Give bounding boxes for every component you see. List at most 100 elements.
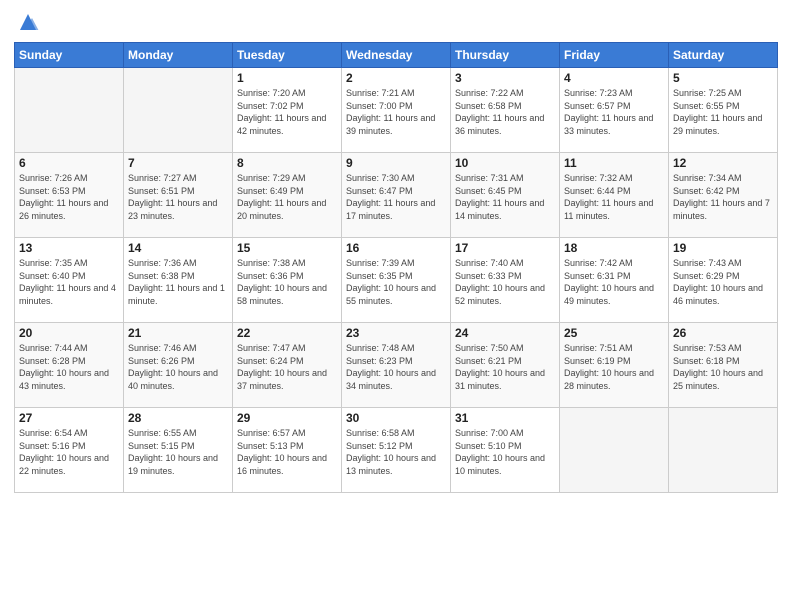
- day-info: Sunrise: 7:29 AMSunset: 6:49 PMDaylight:…: [237, 172, 337, 222]
- day-number: 4: [564, 71, 664, 85]
- day-number: 9: [346, 156, 446, 170]
- calendar-cell: 5 Sunrise: 7:25 AMSunset: 6:55 PMDaylight…: [669, 68, 778, 153]
- calendar-cell: 25 Sunrise: 7:51 AMSunset: 6:19 PMDayligh…: [560, 323, 669, 408]
- day-header-friday: Friday: [560, 43, 669, 68]
- day-info: Sunrise: 7:25 AMSunset: 6:55 PMDaylight:…: [673, 87, 773, 137]
- calendar-cell: [560, 408, 669, 493]
- day-number: 24: [455, 326, 555, 340]
- day-number: 27: [19, 411, 119, 425]
- day-info: Sunrise: 7:39 AMSunset: 6:35 PMDaylight:…: [346, 257, 446, 307]
- day-info: Sunrise: 7:26 AMSunset: 6:53 PMDaylight:…: [19, 172, 119, 222]
- day-number: 15: [237, 241, 337, 255]
- calendar-cell: 13Sunrise: 7:35 AMSunset: 6:40 PMDayligh…: [15, 238, 124, 323]
- calendar-cell: 30 Sunrise: 6:58 AMSunset: 5:12 PMDayligh…: [342, 408, 451, 493]
- calendar-week-5: 27Sunrise: 6:54 AMSunset: 5:16 PMDayligh…: [15, 408, 778, 493]
- calendar-cell: [15, 68, 124, 153]
- day-number: 16: [346, 241, 446, 255]
- day-number: 7: [128, 156, 228, 170]
- calendar-cell: 3Sunrise: 7:22 AMSunset: 6:58 PMDaylight…: [451, 68, 560, 153]
- day-info: Sunrise: 6:55 AMSunset: 5:15 PMDaylight:…: [128, 427, 228, 477]
- calendar-cell: 17Sunrise: 7:40 AMSunset: 6:33 PMDayligh…: [451, 238, 560, 323]
- day-info: Sunrise: 7:48 AMSunset: 6:23 PMDaylight:…: [346, 342, 446, 392]
- day-info: Sunrise: 7:35 AMSunset: 6:40 PMDaylight:…: [19, 257, 119, 307]
- day-number: 14: [128, 241, 228, 255]
- day-info: Sunrise: 6:58 AMSunset: 5:12 PMDaylight:…: [346, 427, 446, 477]
- day-info: Sunrise: 7:50 AMSunset: 6:21 PMDaylight:…: [455, 342, 555, 392]
- calendar-week-2: 6 Sunrise: 7:26 AMSunset: 6:53 PMDaylight…: [15, 153, 778, 238]
- calendar-cell: 4 Sunrise: 7:23 AMSunset: 6:57 PMDaylight…: [560, 68, 669, 153]
- calendar-week-3: 13Sunrise: 7:35 AMSunset: 6:40 PMDayligh…: [15, 238, 778, 323]
- day-number: 10: [455, 156, 555, 170]
- day-number: 30: [346, 411, 446, 425]
- day-number: 5: [673, 71, 773, 85]
- day-number: 19: [673, 241, 773, 255]
- day-info: Sunrise: 7:20 AMSunset: 7:02 PMDaylight:…: [237, 87, 337, 137]
- logo-icon: [16, 10, 40, 34]
- calendar-cell: 2 Sunrise: 7:21 AMSunset: 7:00 PMDaylight…: [342, 68, 451, 153]
- calendar-cell: 20 Sunrise: 7:44 AMSunset: 6:28 PMDayligh…: [15, 323, 124, 408]
- calendar-header-row: SundayMondayTuesdayWednesdayThursdayFrid…: [15, 43, 778, 68]
- calendar-cell: 23 Sunrise: 7:48 AMSunset: 6:23 PMDayligh…: [342, 323, 451, 408]
- calendar-cell: 27Sunrise: 6:54 AMSunset: 5:16 PMDayligh…: [15, 408, 124, 493]
- day-info: Sunrise: 7:36 AMSunset: 6:38 PMDaylight:…: [128, 257, 228, 307]
- calendar-cell: 11 Sunrise: 7:32 AMSunset: 6:44 PMDayligh…: [560, 153, 669, 238]
- day-number: 21: [128, 326, 228, 340]
- day-number: 18: [564, 241, 664, 255]
- day-number: 29: [237, 411, 337, 425]
- day-header-saturday: Saturday: [669, 43, 778, 68]
- day-info: Sunrise: 7:23 AMSunset: 6:57 PMDaylight:…: [564, 87, 664, 137]
- day-info: Sunrise: 7:40 AMSunset: 6:33 PMDaylight:…: [455, 257, 555, 307]
- day-info: Sunrise: 7:46 AMSunset: 6:26 PMDaylight:…: [128, 342, 228, 392]
- day-info: Sunrise: 7:43 AMSunset: 6:29 PMDaylight:…: [673, 257, 773, 307]
- day-number: 28: [128, 411, 228, 425]
- day-info: Sunrise: 7:31 AMSunset: 6:45 PMDaylight:…: [455, 172, 555, 222]
- day-info: Sunrise: 7:42 AMSunset: 6:31 PMDaylight:…: [564, 257, 664, 307]
- day-number: 25: [564, 326, 664, 340]
- day-number: 6: [19, 156, 119, 170]
- day-number: 12: [673, 156, 773, 170]
- day-info: Sunrise: 7:00 AMSunset: 5:10 PMDaylight:…: [455, 427, 555, 477]
- calendar-week-1: 1 Sunrise: 7:20 AMSunset: 7:02 PMDaylight…: [15, 68, 778, 153]
- day-header-sunday: Sunday: [15, 43, 124, 68]
- calendar-cell: 7 Sunrise: 7:27 AMSunset: 6:51 PMDaylight…: [124, 153, 233, 238]
- day-header-monday: Monday: [124, 43, 233, 68]
- logo: [14, 10, 44, 34]
- calendar-cell: 26 Sunrise: 7:53 AMSunset: 6:18 PMDayligh…: [669, 323, 778, 408]
- day-info: Sunrise: 7:53 AMSunset: 6:18 PMDaylight:…: [673, 342, 773, 392]
- calendar-cell: 9 Sunrise: 7:30 AMSunset: 6:47 PMDaylight…: [342, 153, 451, 238]
- calendar-cell: 21 Sunrise: 7:46 AMSunset: 6:26 PMDayligh…: [124, 323, 233, 408]
- day-number: 3: [455, 71, 555, 85]
- calendar-cell: 6 Sunrise: 7:26 AMSunset: 6:53 PMDaylight…: [15, 153, 124, 238]
- calendar-cell: 22Sunrise: 7:47 AMSunset: 6:24 PMDayligh…: [233, 323, 342, 408]
- day-number: 23: [346, 326, 446, 340]
- day-info: Sunrise: 7:51 AMSunset: 6:19 PMDaylight:…: [564, 342, 664, 392]
- day-info: Sunrise: 7:32 AMSunset: 6:44 PMDaylight:…: [564, 172, 664, 222]
- day-number: 22: [237, 326, 337, 340]
- day-header-thursday: Thursday: [451, 43, 560, 68]
- day-number: 20: [19, 326, 119, 340]
- day-number: 31: [455, 411, 555, 425]
- day-info: Sunrise: 7:27 AMSunset: 6:51 PMDaylight:…: [128, 172, 228, 222]
- day-number: 2: [346, 71, 446, 85]
- day-number: 8: [237, 156, 337, 170]
- calendar-cell: 19 Sunrise: 7:43 AMSunset: 6:29 PMDayligh…: [669, 238, 778, 323]
- day-info: Sunrise: 7:21 AMSunset: 7:00 PMDaylight:…: [346, 87, 446, 137]
- calendar-cell: 14 Sunrise: 7:36 AMSunset: 6:38 PMDayligh…: [124, 238, 233, 323]
- calendar-table: SundayMondayTuesdayWednesdayThursdayFrid…: [14, 42, 778, 493]
- day-info: Sunrise: 7:44 AMSunset: 6:28 PMDaylight:…: [19, 342, 119, 392]
- header: [14, 10, 778, 34]
- day-info: Sunrise: 7:30 AMSunset: 6:47 PMDaylight:…: [346, 172, 446, 222]
- calendar-cell: 16 Sunrise: 7:39 AMSunset: 6:35 PMDayligh…: [342, 238, 451, 323]
- calendar-cell: 31 Sunrise: 7:00 AMSunset: 5:10 PMDayligh…: [451, 408, 560, 493]
- day-number: 26: [673, 326, 773, 340]
- day-number: 1: [237, 71, 337, 85]
- calendar-cell: 29 Sunrise: 6:57 AMSunset: 5:13 PMDayligh…: [233, 408, 342, 493]
- day-info: Sunrise: 7:38 AMSunset: 6:36 PMDaylight:…: [237, 257, 337, 307]
- day-number: 11: [564, 156, 664, 170]
- day-info: Sunrise: 6:57 AMSunset: 5:13 PMDaylight:…: [237, 427, 337, 477]
- calendar-cell: 28 Sunrise: 6:55 AMSunset: 5:15 PMDayligh…: [124, 408, 233, 493]
- calendar-cell: 10 Sunrise: 7:31 AMSunset: 6:45 PMDayligh…: [451, 153, 560, 238]
- calendar-cell: 15 Sunrise: 7:38 AMSunset: 6:36 PMDayligh…: [233, 238, 342, 323]
- day-info: Sunrise: 7:34 AMSunset: 6:42 PMDaylight:…: [673, 172, 773, 222]
- calendar-cell: 18 Sunrise: 7:42 AMSunset: 6:31 PMDayligh…: [560, 238, 669, 323]
